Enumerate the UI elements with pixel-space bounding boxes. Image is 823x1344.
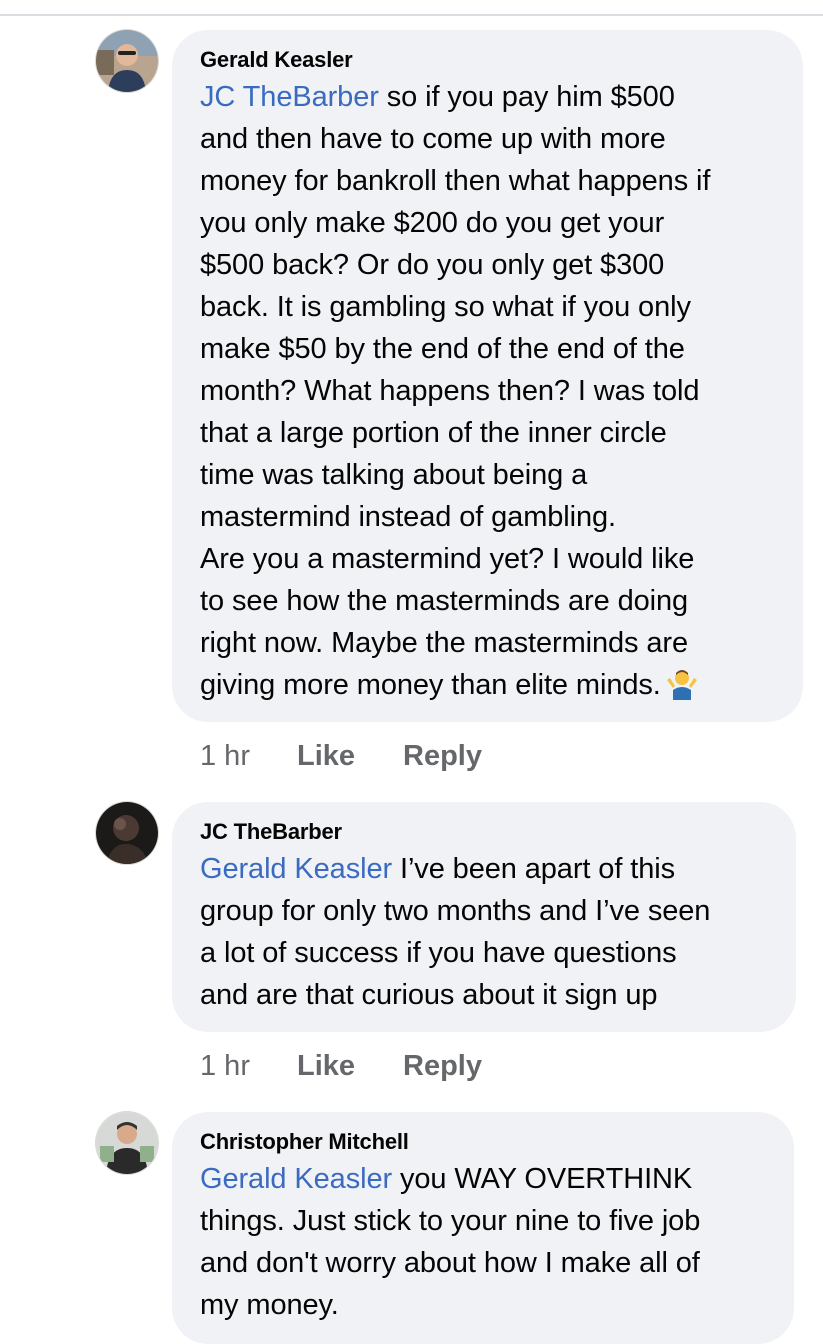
- comment-text: JC TheBarber so if you pay him $500 and …: [200, 76, 775, 712]
- comment-text: Gerald Keasler I’ve been apart of this g…: [200, 853, 711, 1011]
- mention-link[interactable]: Gerald Keasler: [200, 1163, 392, 1195]
- comment-timestamp[interactable]: 1 hr: [200, 738, 297, 774]
- reply-button[interactable]: Reply: [403, 1048, 482, 1084]
- comment-author[interactable]: Gerald Keasler: [200, 46, 775, 74]
- person-shrugging-emoji: [665, 666, 699, 712]
- avatar-christopher-mitchell[interactable]: [96, 1112, 158, 1174]
- avatar-jc-thebarber[interactable]: [96, 802, 158, 864]
- avatar-gerald-keasler[interactable]: [96, 30, 158, 92]
- top-divider: [0, 14, 823, 16]
- comment-actions: 1 hr Like Reply: [200, 738, 482, 774]
- comment-author[interactable]: JC TheBarber: [200, 818, 768, 846]
- comment-author[interactable]: Christopher Mitchell: [200, 1128, 766, 1156]
- comment-bubble: Gerald Keasler JC TheBarber so if you pa…: [172, 30, 803, 722]
- comment-actions: 1 hr Like Reply: [200, 1048, 482, 1084]
- comment-bubble: Christopher Mitchell Gerald Keasler you …: [172, 1112, 794, 1344]
- mention-link[interactable]: JC TheBarber: [200, 81, 379, 113]
- avatar-image: [96, 802, 158, 864]
- like-button[interactable]: Like: [297, 738, 403, 774]
- comment-timestamp[interactable]: 1 hr: [200, 1048, 297, 1084]
- comment-bubble: JC TheBarber Gerald Keasler I’ve been ap…: [172, 802, 796, 1032]
- mention-link[interactable]: Gerald Keasler: [200, 853, 392, 885]
- like-button[interactable]: Like: [297, 1048, 403, 1084]
- avatar-image: [96, 30, 158, 92]
- avatar-image: [96, 1112, 158, 1174]
- comment-text: Gerald Keasler you WAY OVERTHINK things.…: [200, 1163, 701, 1321]
- reply-button[interactable]: Reply: [403, 738, 482, 774]
